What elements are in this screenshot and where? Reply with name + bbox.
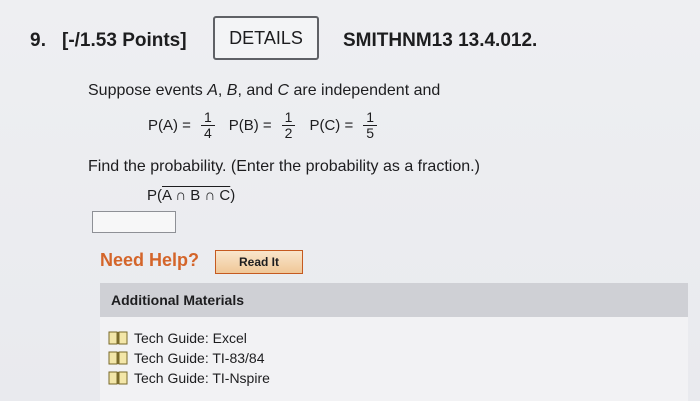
probability-list: P(A) = 1 4 P(B) = 1 2 P(C) = 1 5 <box>148 110 391 141</box>
materials-list: Tech Guide: Excel Tech Guide: TI-83/84 T… <box>108 328 270 388</box>
fraction: 1 4 <box>200 110 215 141</box>
question-code: SMITHNM13 13.4.012. <box>343 30 538 51</box>
fraction: 1 2 <box>281 110 296 141</box>
event-b: B <box>226 82 238 99</box>
material-label: Tech Guide: TI-83/84 <box>134 350 265 366</box>
probability-label: P(A) = <box>148 117 191 134</box>
probability-b: P(B) = 1 2 <box>229 110 296 141</box>
instruction-text: Find the probability. (Enter the probabi… <box>88 158 480 175</box>
probability-label: P(B) = <box>228 117 272 134</box>
prompt-sep-1: , <box>217 82 227 99</box>
prompt-text-pre: Suppose events <box>88 82 208 99</box>
question-number: 9. <box>30 30 47 51</box>
material-item-excel[interactable]: Tech Guide: Excel <box>108 328 270 348</box>
material-item-tinspire[interactable]: Tech Guide: TI-Nspire <box>108 368 270 388</box>
need-help-label: Need Help? <box>100 250 200 270</box>
answer-input[interactable] <box>92 211 176 233</box>
material-item-ti83[interactable]: Tech Guide: TI-83/84 <box>108 348 270 368</box>
additional-materials-header: Additional Materials <box>100 283 688 317</box>
question-page: 9. [-/1.53 Points] DETAILS SMITHNM13 13.… <box>0 0 700 401</box>
fraction-denominator: 2 <box>284 125 293 141</box>
fraction-denominator: 4 <box>203 125 212 141</box>
fraction-numerator: 1 <box>281 110 296 126</box>
expression-suffix: ) <box>230 187 236 204</box>
probability-expression: P(A ∩ B ∩ C) <box>147 187 235 204</box>
fraction-denominator: 5 <box>366 125 375 141</box>
probability-a: P(A) = 1 4 <box>148 110 215 141</box>
fraction: 1 5 <box>363 110 378 141</box>
prompt-text-post: are independent and <box>289 82 441 99</box>
fraction-numerator: 1 <box>200 110 215 126</box>
question-points: [-/1.53 Points] <box>62 30 187 51</box>
probability-c: P(C) = 1 5 <box>309 110 378 141</box>
question-prompt: Suppose events A, B, and C are independe… <box>88 82 440 100</box>
expression-prefix: P( <box>147 187 162 204</box>
probability-label: P(C) = <box>309 117 354 134</box>
fraction-numerator: 1 <box>363 110 378 126</box>
read-it-button[interactable]: Read It <box>215 250 303 274</box>
details-button[interactable]: DETAILS <box>213 16 319 60</box>
book-icon <box>108 371 128 385</box>
event-a: A <box>207 82 218 99</box>
book-icon <box>108 331 128 345</box>
book-icon <box>108 351 128 365</box>
additional-materials-panel: Additional Materials Tech Guide: Excel T… <box>100 283 688 401</box>
expression-complement: A ∩ B ∩ C <box>162 187 231 204</box>
event-c: C <box>277 82 290 99</box>
material-label: Tech Guide: TI-Nspire <box>134 370 270 386</box>
material-label: Tech Guide: Excel <box>134 330 247 346</box>
prompt-sep-2: , and <box>237 82 278 99</box>
